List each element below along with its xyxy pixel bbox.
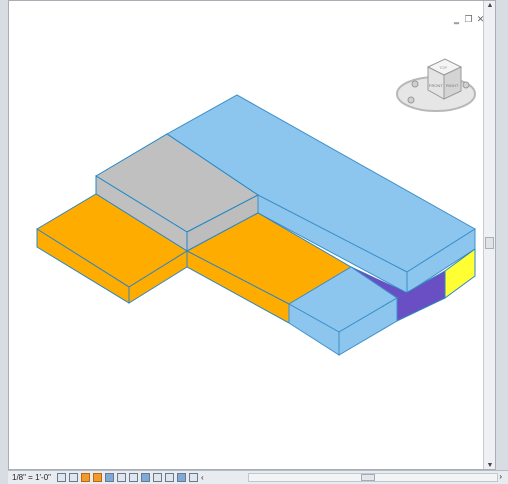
render-icon[interactable] <box>105 473 115 482</box>
shadows-icon[interactable] <box>93 473 103 482</box>
window-controls: ‗ ❐ ✕ <box>452 15 485 24</box>
horizontal-scrollbar[interactable] <box>248 473 498 482</box>
scroll-up-arrow-icon[interactable]: ▲ <box>484 1 495 11</box>
viewcube[interactable]: TOP FRONT RIGHT <box>396 58 476 112</box>
scroll-down-arrow-icon[interactable]: ▼ <box>484 461 495 469</box>
scroll-right-arrow-icon[interactable]: › <box>499 472 502 481</box>
viewcube-compass-marker-2[interactable] <box>462 81 470 89</box>
visual-style-icon[interactable] <box>69 473 79 482</box>
viewcube-right-label: RIGHT <box>446 83 459 88</box>
viewcube-front-label: FRONT <box>429 83 443 88</box>
view-scale[interactable]: 1/8" = 1'-0" <box>8 473 51 482</box>
vertical-scroll-thumb[interactable] <box>485 237 494 249</box>
crop-view-icon[interactable] <box>117 473 127 482</box>
viewcube-compass-marker[interactable] <box>407 96 415 104</box>
design-options-icon[interactable] <box>177 473 187 482</box>
viewcube-top-label: TOP <box>439 65 447 70</box>
more-controls-icon[interactable]: ‹ <box>201 473 204 482</box>
horizontal-scroll-thumb[interactable] <box>361 474 375 481</box>
lock-3d-icon[interactable] <box>141 473 151 482</box>
model-geometry[interactable]: TOP FRONT RIGHT <box>9 1 496 470</box>
view-control-bar: 1/8" = 1'-0" ‹ › <box>8 470 508 484</box>
minimize-icon[interactable]: ‗ <box>452 15 461 24</box>
3d-view-canvas[interactable]: TOP FRONT RIGHT ‗ ❐ ✕ ▲ ▼ <box>8 0 496 470</box>
sun-path-icon[interactable] <box>81 473 91 482</box>
restore-icon[interactable]: ❐ <box>464 15 473 24</box>
analytical-model-icon[interactable] <box>189 473 199 482</box>
vertical-scrollbar[interactable]: ▲ ▼ <box>483 1 495 469</box>
show-crop-icon[interactable] <box>129 473 139 482</box>
reveal-hidden-icon[interactable] <box>165 473 175 482</box>
detail-level-icon[interactable] <box>57 473 67 482</box>
viewcube-home-icon[interactable] <box>411 80 419 88</box>
temporary-hide-icon[interactable] <box>153 473 163 482</box>
